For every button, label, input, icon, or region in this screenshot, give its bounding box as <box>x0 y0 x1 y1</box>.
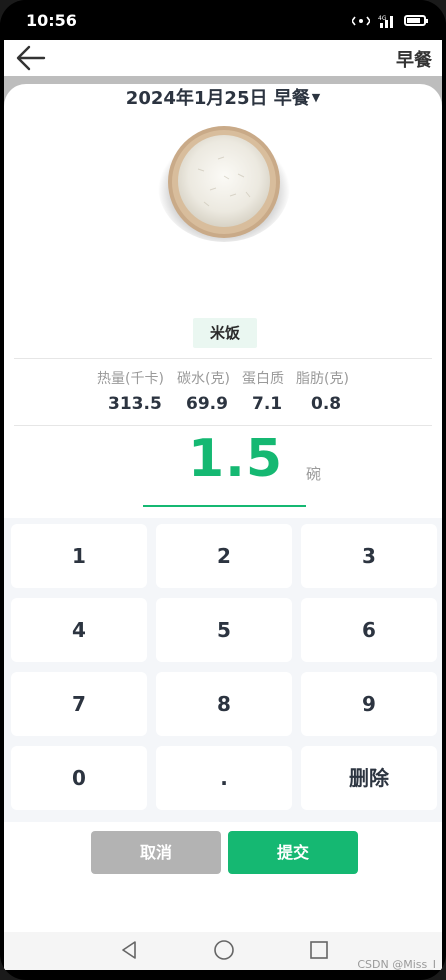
carbs-value: 69.9 <box>186 394 228 414</box>
key-0[interactable]: 0 <box>11 746 147 810</box>
status-time: 10:56 <box>26 11 77 30</box>
rice-bowl-image <box>158 126 290 242</box>
key-4[interactable]: 4 <box>11 598 147 662</box>
number-keypad: 1 2 3 4 5 6 7 8 9 0 . 删除 <box>4 518 442 822</box>
divider <box>14 358 432 359</box>
key-1[interactable]: 1 <box>11 524 147 588</box>
nav-back-icon[interactable] <box>118 938 142 962</box>
key-5[interactable]: 5 <box>156 598 292 662</box>
key-decimal[interactable]: . <box>156 746 292 810</box>
food-entry-sheet: 2024年1月25日 早餐 ▼ 米饭 热量(千卡) 碳水(克) 蛋白质 脂肪(克… <box>4 84 442 970</box>
protein-value: 7.1 <box>252 394 283 414</box>
phone-frame: 10:56 4G 早餐 2024年1月25日 早餐 ▼ 米饭 热量(千卡) 碳水… <box>0 0 446 980</box>
nav-recents-icon[interactable] <box>307 938 331 962</box>
divider <box>14 425 432 426</box>
key-8[interactable]: 8 <box>156 672 292 736</box>
key-7[interactable]: 7 <box>11 672 147 736</box>
battery-icon <box>404 14 428 26</box>
watermark: CSDN @Miss_I <box>357 958 436 970</box>
status-icons: 4G <box>351 13 428 28</box>
app-screen: 早餐 2024年1月25日 早餐 ▼ 米饭 热量(千卡) 碳水(克) 蛋白质 脂… <box>4 40 442 970</box>
submit-button[interactable]: 提交 <box>228 831 358 874</box>
nav-home-icon[interactable] <box>212 938 236 962</box>
cancel-button[interactable]: 取消 <box>91 831 221 874</box>
calories-label: 热量(千卡) <box>97 371 164 387</box>
fat-label: 脂肪(克) <box>296 371 349 387</box>
amount-unit: 碗 <box>306 465 322 483</box>
back-button[interactable] <box>14 44 48 72</box>
protein-label: 蛋白质 <box>242 371 284 387</box>
key-9[interactable]: 9 <box>301 672 437 736</box>
key-6[interactable]: 6 <box>301 598 437 662</box>
amount-underline <box>143 505 306 507</box>
key-2[interactable]: 2 <box>156 524 292 588</box>
back-arrow-icon <box>16 45 46 71</box>
fat-value: 0.8 <box>311 394 342 414</box>
signal-icon <box>351 13 371 27</box>
key-3[interactable]: 3 <box>301 524 437 588</box>
status-bar: 10:56 4G <box>0 0 446 40</box>
date-meal-label: 2024年1月25日 早餐 <box>125 88 310 109</box>
calories-value: 313.5 <box>108 394 162 414</box>
page-title: 早餐 <box>396 50 432 71</box>
date-meal-selector[interactable]: 2024年1月25日 早餐 ▼ <box>4 84 442 110</box>
caret-down-icon: ▼ <box>311 91 321 104</box>
network-type-label: 4G <box>378 15 387 22</box>
carbs-label: 碳水(克) <box>177 371 230 387</box>
amount-value[interactable]: 1.5 <box>188 429 283 489</box>
top-app-bar: 早餐 <box>4 40 442 76</box>
key-delete[interactable]: 删除 <box>301 746 437 810</box>
network-icon: 4G <box>378 13 396 28</box>
food-name-tag: 米饭 <box>193 318 257 348</box>
